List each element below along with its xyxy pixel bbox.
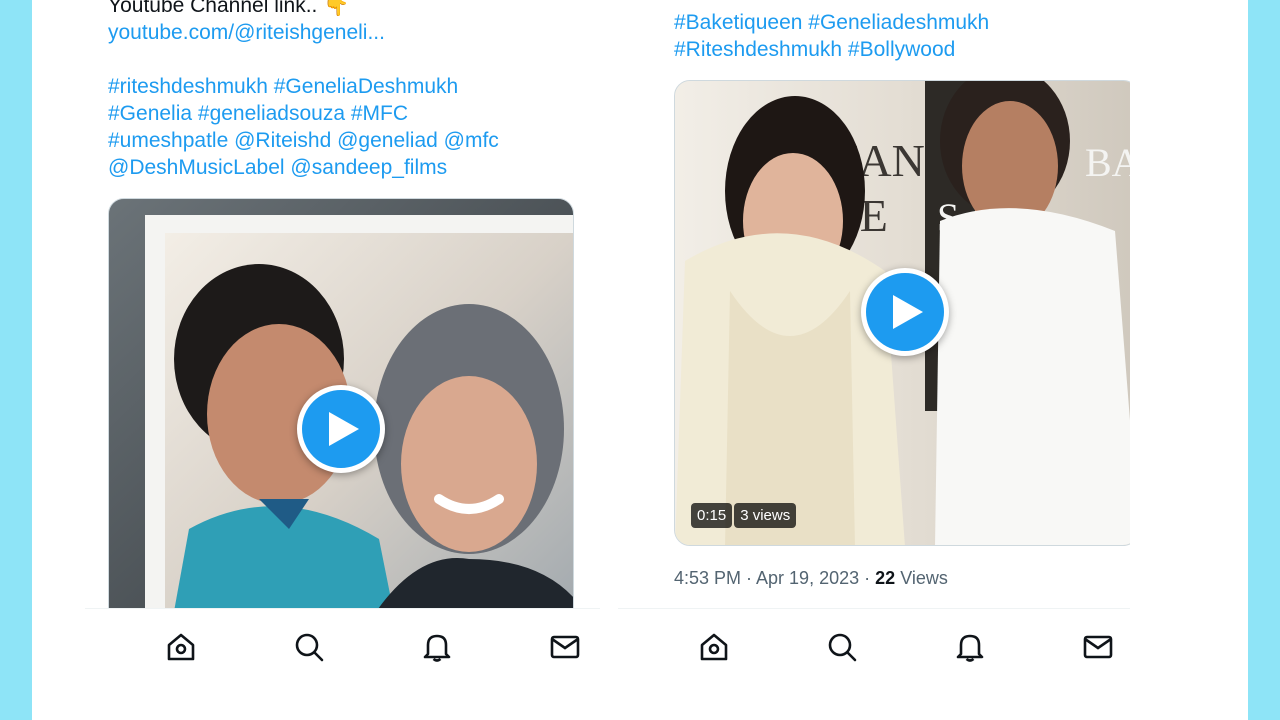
- mail-icon[interactable]: [1080, 629, 1116, 665]
- right-video-media[interactable]: ZIAN U E BA S 0:15 3 views: [674, 80, 1130, 546]
- youtube-link[interactable]: youtube.com/@riteishgeneli...: [108, 19, 499, 46]
- video-info-badge: 0:15 3 views: [691, 503, 797, 528]
- right-tweet-panel: #Baketiqueen #Geneliadeshmukh #Riteshdes…: [618, 0, 1130, 720]
- bell-icon[interactable]: [952, 629, 988, 665]
- search-icon[interactable]: [291, 629, 327, 665]
- right-tweet-text: #Baketiqueen #Geneliadeshmukh #Riteshdes…: [674, 9, 989, 63]
- left-tweet-panel: Youtube Channel link.. 👇 youtube.com/@ri…: [85, 0, 600, 720]
- hashtag-line-4[interactable]: @DeshMusicLabel @sandeep_films: [108, 154, 499, 181]
- hashtag-line-1[interactable]: #riteshdeshmukh #GeneliaDeshmukh: [108, 73, 499, 100]
- youtube-label-line: Youtube Channel link.. 👇: [108, 0, 499, 19]
- tweet-meta-line: 4:53 PM · Apr 19, 2023 · 22 Views: [674, 568, 948, 589]
- left-bottom-nav: [85, 608, 600, 720]
- left-tweet-text: Youtube Channel link.. 👇 youtube.com/@ri…: [108, 0, 499, 181]
- svg-text:BA: BA: [1085, 140, 1130, 185]
- right-play-button[interactable]: [861, 268, 949, 356]
- mail-icon[interactable]: [547, 629, 583, 665]
- left-video-media[interactable]: [108, 198, 574, 638]
- hashtag-line-2[interactable]: #Genelia #geneliadsouza #MFC: [108, 100, 499, 127]
- tweet-views-count: 22: [875, 568, 896, 588]
- right-bottom-nav: [618, 608, 1130, 720]
- play-icon: [893, 295, 923, 329]
- right-hashtag-line-2[interactable]: #Riteshdeshmukh #Bollywood: [674, 36, 989, 63]
- video-views: 3 views: [734, 503, 797, 528]
- left-play-button[interactable]: [297, 385, 385, 473]
- point-down-emoji: 👇: [323, 0, 350, 17]
- search-icon[interactable]: [824, 629, 860, 665]
- home-icon[interactable]: [163, 629, 199, 665]
- youtube-label: Youtube Channel link..: [108, 0, 318, 17]
- right-hashtag-line-1[interactable]: #Baketiqueen #Geneliadeshmukh: [674, 9, 989, 36]
- home-icon[interactable]: [696, 629, 732, 665]
- bell-icon[interactable]: [419, 629, 455, 665]
- video-duration: 0:15: [691, 503, 733, 528]
- hashtag-line-3[interactable]: #umeshpatle @Riteishd @geneliad @mfc: [108, 127, 499, 154]
- tweet-views-label: Views: [900, 568, 948, 588]
- play-icon: [329, 412, 359, 446]
- tweet-timestamp[interactable]: 4:53 PM · Apr 19, 2023 ·: [674, 568, 870, 588]
